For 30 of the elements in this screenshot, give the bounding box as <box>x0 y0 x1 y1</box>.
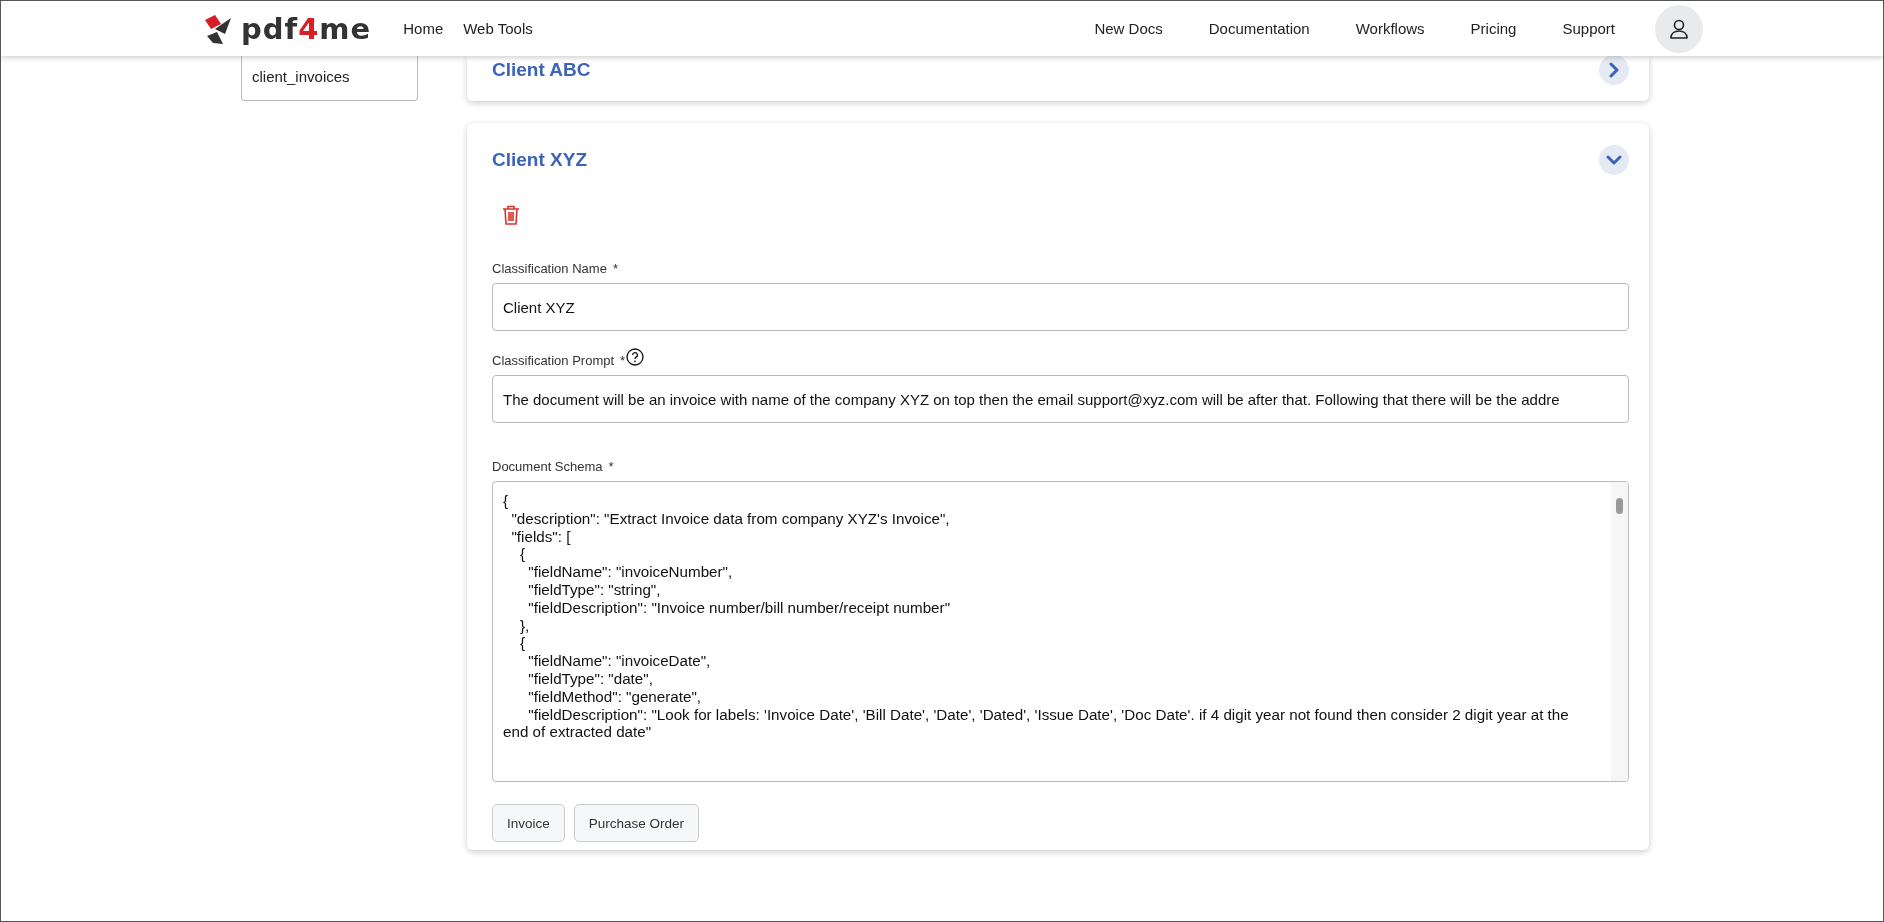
nav-link[interactable]: Workflows <box>1345 20 1435 37</box>
expand-toggle[interactable] <box>1599 145 1629 175</box>
tag-button[interactable]: Purchase Order <box>573 804 700 842</box>
tag-button[interactable]: Invoice <box>492 804 565 842</box>
required-mark: * <box>608 458 614 474</box>
nav-link[interactable]: Home <box>393 20 454 37</box>
required-mark: * <box>620 352 626 368</box>
expand-toggle[interactable] <box>1599 54 1629 85</box>
nav-link[interactable]: Pricing <box>1460 20 1527 37</box>
text-input[interactable]: The document will be an invoice with name of the company XYZ on top then the email support@xyz.com will be after that. Following that there will be the addre <box>492 375 1629 423</box>
text-input[interactable]: Client XYZ <box>492 283 1629 331</box>
field-label: Classification Prompt <box>492 352 615 368</box>
nav-link[interactable]: New Docs <box>1084 20 1173 37</box>
field-label: Document Schema <box>492 458 603 474</box>
nav-link[interactable]: Documentation <box>1198 20 1320 37</box>
logo-wordmark: pdf4me <box>241 11 372 46</box>
card-title: Client XYZ <box>492 149 587 171</box>
delete-button[interactable] <box>502 205 522 227</box>
card-title: Client ABC <box>492 58 591 81</box>
nav-link[interactable]: Support <box>1552 20 1625 37</box>
nav-link[interactable]: Web Tools <box>453 20 543 37</box>
required-mark: * <box>612 260 618 276</box>
help-icon[interactable] <box>626 348 645 366</box>
sidebar-item[interactable]: client_invoices <box>241 56 418 101</box>
field-label: Classification Name <box>492 260 607 276</box>
trash-icon <box>502 205 520 225</box>
account-button[interactable] <box>1655 4 1703 53</box>
user-icon <box>1668 17 1690 40</box>
brand-logo[interactable]: pdf4me <box>201 11 372 46</box>
schema-textarea[interactable]: { "description": "Extract Invoice data from company XYZ's Invoice", "fields": [ { "fieldName": "invoiceNumber", "fieldType": "string", "fieldDescription": "Invoice number/bill number/receipt number" }, { "fieldName": "invoiceDate", "fieldType": "date", "fieldMethod": "generate", "fieldDescription": "Look for labels: 'Invoice Date', 'Bill Date', 'Date', 'Dated', 'Issue Date', 'Doc Date'. if 4 digit year not found then consider 2 digit year at the end of extracted date" <box>492 481 1629 782</box>
